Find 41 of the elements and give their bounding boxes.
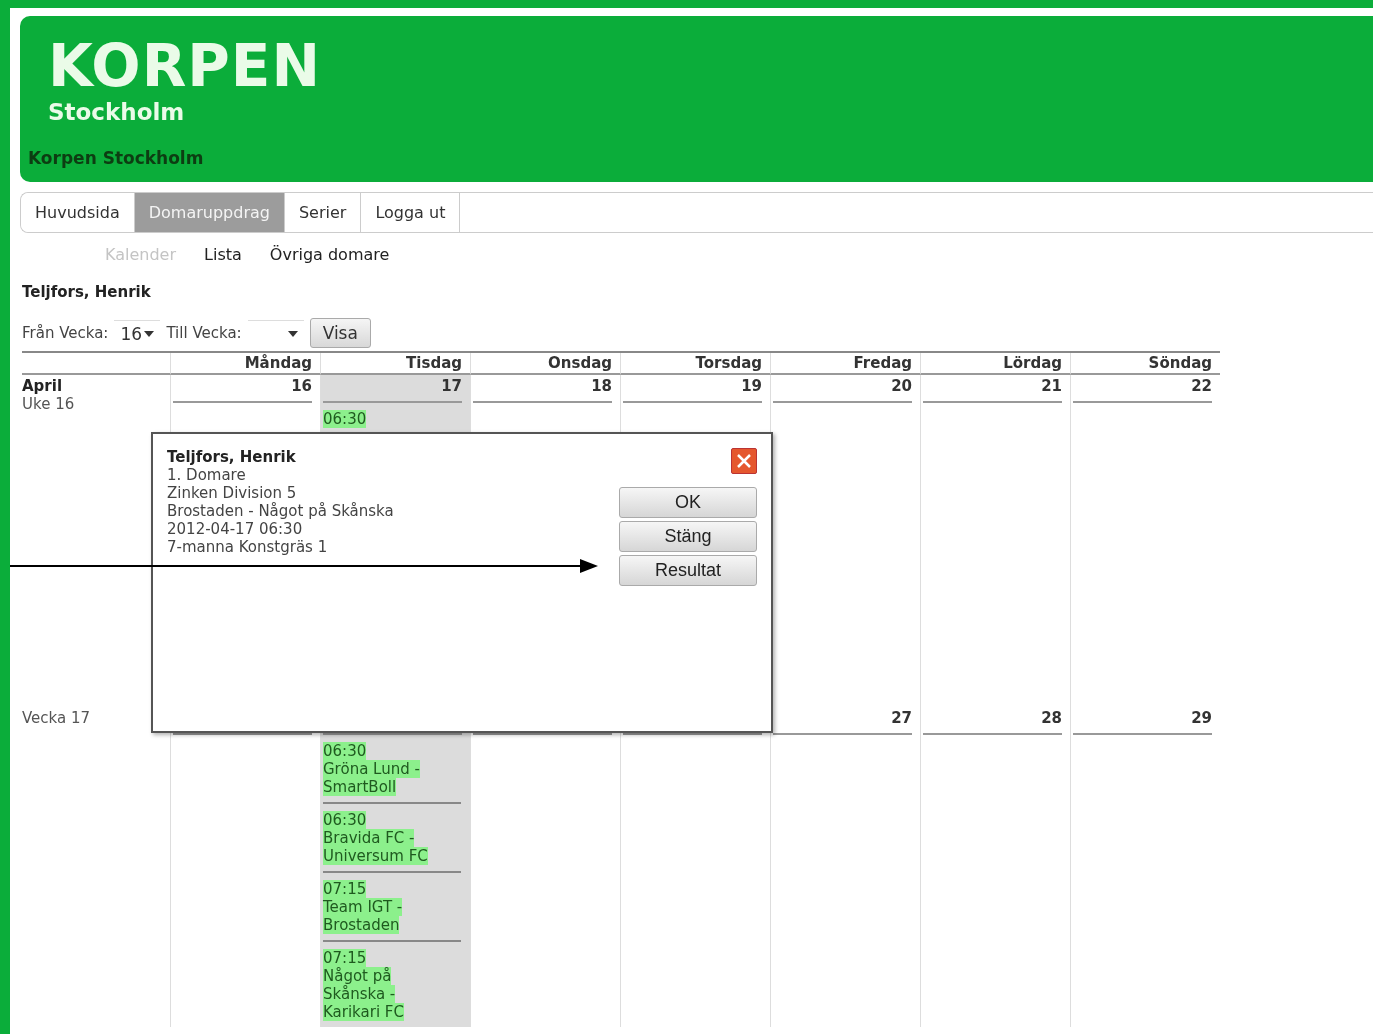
logo-subtitle: Stockholm: [48, 98, 186, 126]
sub-nav-link[interactable]: Övriga domare: [269, 244, 390, 264]
week-label: Uke 16: [22, 395, 76, 413]
dialog-detail: 2012-04-17 06:30: [167, 520, 304, 538]
date-number: 28: [1041, 709, 1062, 727]
close-icon: [736, 453, 752, 469]
date-number: 29: [1191, 709, 1212, 727]
event-time[interactable]: 07:15: [323, 949, 367, 967]
site-name: Korpen Stockholm: [28, 148, 205, 168]
logo-text: KORPEN: [48, 34, 322, 98]
dialog-detail: 7-manna Konstgräs 1: [167, 538, 329, 556]
from-week-select[interactable]: 16: [114, 320, 161, 346]
date-number: 27: [891, 709, 912, 727]
dialog-title: Teljfors, Henrik: [167, 448, 297, 466]
date-header: 21: [923, 375, 1062, 403]
event-time[interactable]: 07:15: [323, 880, 367, 898]
dialog-button[interactable]: Resultat: [619, 555, 757, 586]
date-header: 18: [473, 375, 612, 403]
dialog-detail: 1. Domare: [167, 466, 247, 484]
sub-nav-link[interactable]: Lista: [204, 244, 242, 264]
from-week-label: Från Vecka:: [22, 324, 109, 342]
referee-name: Teljfors, Henrik: [22, 283, 152, 301]
date-header: 16: [173, 375, 312, 403]
show-button[interactable]: Visa: [309, 318, 371, 348]
event-time[interactable]: 06:30: [323, 410, 367, 428]
week-label: Vecka 17: [22, 709, 92, 727]
event-time[interactable]: 06:30: [323, 811, 367, 829]
date-header: 19: [623, 375, 762, 403]
dialog-button[interactable]: Stäng: [619, 521, 757, 552]
dialog-detail: Zinken Division 5: [167, 484, 298, 502]
month-label: April: [22, 377, 64, 395]
close-button[interactable]: [731, 448, 757, 474]
event-time[interactable]: 06:30: [323, 742, 367, 760]
date-header: 20: [773, 375, 912, 403]
date-header: 22: [1073, 375, 1212, 403]
to-week-label: Till Vecka:: [166, 324, 242, 342]
dialog-detail: Brostaden - Något på Skånska: [167, 502, 395, 520]
caret-icon: [144, 330, 155, 337]
nav-tab[interactable]: Huvudsida: [21, 193, 135, 232]
caret-icon: [287, 330, 298, 337]
dialog-button[interactable]: OK: [619, 487, 757, 518]
